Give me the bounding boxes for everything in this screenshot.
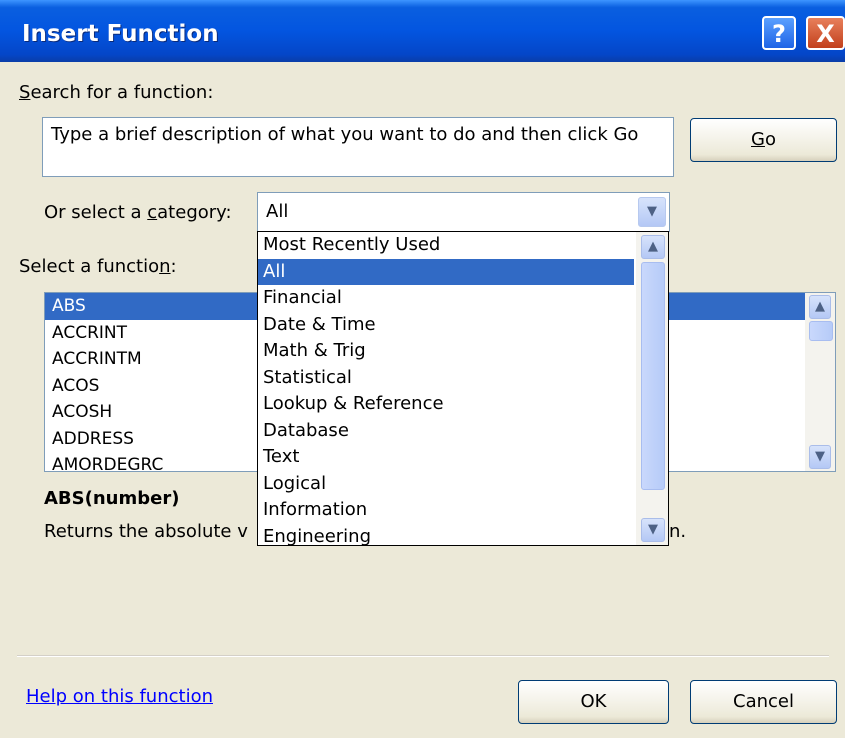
window-title: Insert Function <box>22 21 219 47</box>
go-button[interactable]: Go <box>690 118 837 162</box>
function-description-left: Returns the absolute v <box>44 521 248 542</box>
chevron-up-icon: ▲ <box>648 239 658 254</box>
function-list-label-accel: n <box>159 256 171 277</box>
ok-button[interactable]: OK <box>518 680 669 724</box>
insert-function-dialog: Insert Function ? X Search for a functio… <box>0 0 845 738</box>
chevron-down-icon: ▼ <box>648 522 658 537</box>
footer-divider <box>17 655 829 657</box>
cancel-button[interactable]: Cancel <box>690 680 837 724</box>
category-label-post: ategory: <box>157 202 232 223</box>
function-list-label-post: : <box>170 256 177 277</box>
category-selected-value: All <box>266 201 289 222</box>
category-option[interactable]: Date & Time <box>258 312 668 339</box>
close-icon: X <box>816 20 835 48</box>
category-option[interactable]: Logical <box>258 471 668 498</box>
go-button-rest: o <box>764 129 776 150</box>
category-options: Most Recently Used All Financial Date & Tim… <box>258 232 668 546</box>
chevron-down-icon: ▼ <box>815 449 825 464</box>
category-option[interactable]: Database <box>258 418 668 445</box>
category-option[interactable]: Engineering <box>258 524 668 546</box>
search-label-rest: earch for a function: <box>30 82 214 103</box>
category-option[interactable]: Statistical <box>258 365 668 392</box>
category-option[interactable]: Text <box>258 444 668 471</box>
chevron-down-icon: ▼ <box>647 204 657 219</box>
go-button-accel: G <box>751 129 765 150</box>
category-dropdown-button[interactable]: ▼ <box>638 197 666 227</box>
function-list-scrollbar[interactable]: ▲ ▼ <box>805 293 835 471</box>
function-list-scroll-up[interactable]: ▲ <box>809 295 831 319</box>
category-label-pre: Or select a <box>44 202 148 223</box>
search-label-accel: S <box>19 82 31 103</box>
category-label: Or select a category: <box>44 202 232 223</box>
function-list-scroll-down[interactable]: ▼ <box>809 445 831 469</box>
search-input[interactable]: Type a brief description of what you wan… <box>42 117 674 177</box>
category-select[interactable]: All ▼ <box>257 192 670 232</box>
category-option[interactable]: Most Recently Used <box>258 232 668 259</box>
category-scroll-thumb[interactable] <box>641 262 665 490</box>
category-scroll-up[interactable]: ▲ <box>641 235 665 259</box>
category-dropdown-scrollbar[interactable]: ▲ ▼ <box>636 232 668 545</box>
help-icon: ? <box>772 20 786 48</box>
category-option[interactable]: Math & Trig <box>258 338 668 365</box>
function-signature: ABS(number) <box>44 488 180 509</box>
function-list-label: Select a function: <box>19 256 177 277</box>
category-option[interactable]: All <box>258 258 634 285</box>
category-option[interactable]: Financial <box>258 285 668 312</box>
help-button[interactable]: ? <box>762 16 796 50</box>
category-dropdown-list[interactable]: Most Recently Used All Financial Date & Tim… <box>257 231 669 546</box>
help-on-function-link[interactable]: Help on this function <box>26 686 213 707</box>
category-scroll-down[interactable]: ▼ <box>641 518 665 542</box>
category-label-accel: c <box>147 202 158 223</box>
search-label: Search for a function: <box>19 82 213 103</box>
close-button[interactable]: X <box>806 16 845 50</box>
category-option[interactable]: Lookup & Reference <box>258 391 668 418</box>
chevron-up-icon: ▲ <box>815 299 825 314</box>
category-option[interactable]: Information <box>258 497 668 524</box>
title-bar[interactable]: Insert Function ? X <box>0 0 845 62</box>
function-list-label-pre: Select a functio <box>19 256 160 277</box>
function-list-scroll-thumb[interactable] <box>809 321 833 341</box>
function-description-right: n. <box>669 521 687 542</box>
search-input-text: Type a brief description of what you wan… <box>51 124 639 145</box>
